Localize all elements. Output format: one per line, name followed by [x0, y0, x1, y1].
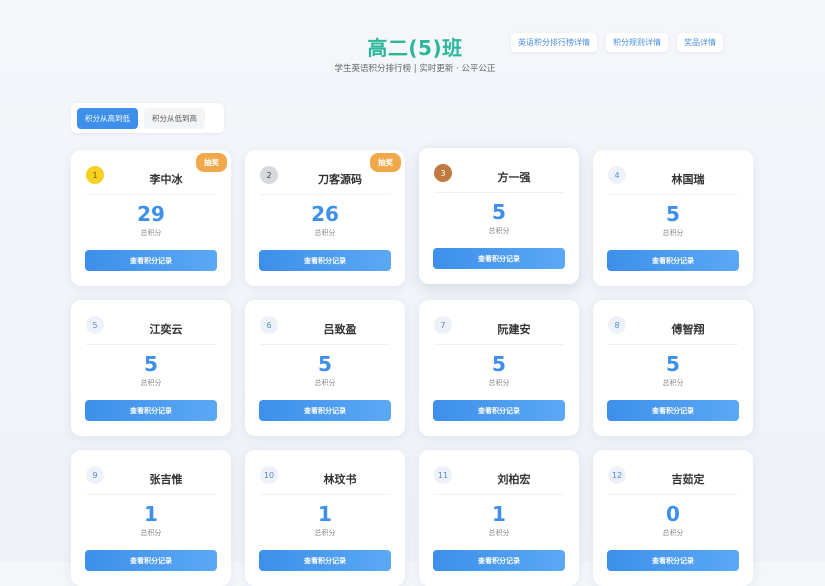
score-label: 总积分 [314, 379, 336, 387]
divider [86, 344, 216, 345]
student-card: 3 方一强 5 总积分 查看积分记录 [419, 148, 579, 284]
sort-toggle: 积分从高到低 积分从低到高 [71, 103, 224, 133]
student-card: 7 阮建安 5 总积分 查看积分记录 [419, 300, 579, 436]
rank-badge: 1 [86, 166, 104, 184]
view-record-button[interactable]: 查看积分记录 [607, 250, 739, 271]
score-label: 总积分 [488, 529, 510, 537]
view-record-button[interactable]: 查看积分记录 [85, 400, 217, 421]
divider [608, 344, 738, 345]
rank-badge: 2 [260, 166, 278, 184]
divider [260, 344, 390, 345]
score-label: 总积分 [140, 229, 162, 237]
rank-badge: 5 [86, 316, 104, 334]
student-card: 抽奖 1 李中冰 29 总积分 查看积分记录 [71, 150, 231, 286]
sort-high-to-low-button[interactable]: 积分从高到低 [77, 107, 138, 129]
score-label: 总积分 [140, 379, 162, 387]
rank-badge: 10 [260, 466, 278, 484]
divider [86, 494, 216, 495]
view-record-button[interactable]: 查看积分记录 [607, 400, 739, 421]
score-value: 1 [318, 502, 332, 526]
score-value: 1 [144, 502, 158, 526]
rank-badge: 6 [260, 316, 278, 334]
score-value: 5 [144, 352, 158, 376]
page-subtitle: 学生英语积分排行榜 | 实时更新 · 公平公正 [334, 64, 496, 74]
student-name: 吉茹定 [671, 473, 705, 486]
score-label: 总积分 [662, 379, 684, 387]
student-card: 6 吕致盈 5 总积分 查看积分记录 [245, 300, 405, 436]
divider [86, 194, 216, 195]
student-name: 刀客源码 [318, 173, 362, 186]
student-card: 5 江奕云 5 总积分 查看积分记录 [71, 300, 231, 436]
student-name: 张吉惟 [149, 473, 183, 486]
student-name: 刘柏宏 [497, 473, 531, 486]
view-record-button[interactable]: 查看积分记录 [85, 250, 217, 271]
view-record-button[interactable]: 查看积分记录 [433, 550, 565, 571]
rank-badge: 12 [608, 466, 626, 484]
score-value: 26 [311, 202, 339, 226]
student-name: 江奕云 [149, 323, 183, 336]
divider [434, 494, 564, 495]
score-value: 0 [666, 502, 680, 526]
leaderboard-page: 高二(5)班 学生英语积分排行榜 | 实时更新 · 公平公正 英语积分排行榜详情… [0, 0, 825, 586]
rank-badge: 3 [434, 164, 452, 182]
score-value: 29 [137, 202, 165, 226]
score-label: 总积分 [314, 529, 336, 537]
lottery-badge[interactable]: 抽奖 [370, 153, 401, 172]
view-record-button[interactable]: 查看积分记录 [433, 248, 565, 269]
score-value: 5 [666, 202, 680, 226]
view-record-button[interactable]: 查看积分记录 [259, 250, 391, 271]
page-title: 高二(5)班 [367, 36, 463, 60]
view-record-button[interactable]: 查看积分记录 [259, 550, 391, 571]
score-value: 5 [666, 352, 680, 376]
rank-badge: 8 [608, 316, 626, 334]
score-label: 总积分 [314, 229, 336, 237]
score-value: 5 [492, 352, 506, 376]
student-card: 12 吉茹定 0 总积分 查看积分记录 [593, 450, 753, 586]
rules-details-button[interactable]: 积分规则详情 [606, 33, 668, 52]
score-label: 总积分 [140, 529, 162, 537]
rank-badge: 11 [434, 466, 452, 484]
divider [260, 494, 390, 495]
divider [608, 494, 738, 495]
student-name: 傅智翔 [671, 323, 705, 336]
student-name: 方一强 [497, 171, 531, 184]
divider [434, 344, 564, 345]
student-card: 抽奖 2 刀客源码 26 总积分 查看积分记录 [245, 150, 405, 286]
view-record-button[interactable]: 查看积分记录 [433, 400, 565, 421]
student-card: 8 傅智翔 5 总积分 查看积分记录 [593, 300, 753, 436]
student-card: 11 刘柏宏 1 总积分 查看积分记录 [419, 450, 579, 586]
prize-details-button[interactable]: 奖品详情 [677, 33, 723, 52]
rank-badge: 4 [608, 166, 626, 184]
sort-low-to-high-button[interactable]: 积分从低到高 [144, 107, 205, 129]
leaderboard-details-button[interactable]: 英语积分排行榜详情 [511, 33, 597, 52]
score-label: 总积分 [662, 529, 684, 537]
header-links: 英语积分排行榜详情 积分规则详情 奖品详情 [511, 33, 723, 52]
divider [434, 192, 564, 193]
score-label: 总积分 [488, 227, 510, 235]
score-label: 总积分 [488, 379, 510, 387]
student-name: 林国瑞 [671, 173, 705, 186]
student-name: 吕致盈 [323, 323, 357, 336]
score-value: 5 [492, 200, 506, 224]
divider [260, 194, 390, 195]
student-name: 林玟书 [323, 473, 357, 486]
rank-badge: 7 [434, 316, 452, 334]
student-name: 李中冰 [149, 173, 183, 186]
view-record-button[interactable]: 查看积分记录 [85, 550, 217, 571]
view-record-button[interactable]: 查看积分记录 [259, 400, 391, 421]
rank-badge: 9 [86, 466, 104, 484]
score-value: 5 [318, 352, 332, 376]
view-record-button[interactable]: 查看积分记录 [607, 550, 739, 571]
divider [608, 194, 738, 195]
lottery-badge[interactable]: 抽奖 [196, 153, 227, 172]
score-value: 1 [492, 502, 506, 526]
student-card: 10 林玟书 1 总积分 查看积分记录 [245, 450, 405, 586]
student-card: 9 张吉惟 1 总积分 查看积分记录 [71, 450, 231, 586]
score-label: 总积分 [662, 229, 684, 237]
student-name: 阮建安 [497, 323, 531, 336]
student-card: 4 林国瑞 5 总积分 查看积分记录 [593, 150, 753, 286]
